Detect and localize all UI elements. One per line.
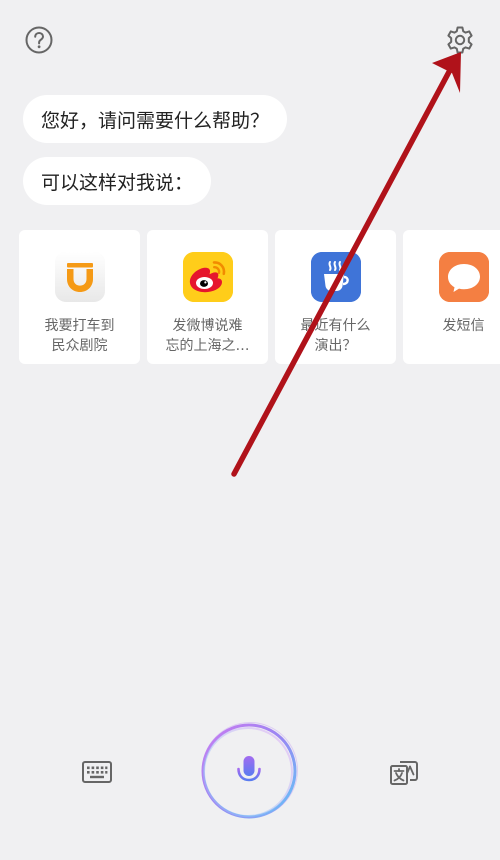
voice-ring: [201, 722, 298, 819]
voice-assistant-screen: 您好，请问需要什么帮助？ 可以这样对我说： 我要打车到 民众剧院 发微博说难 忘…: [0, 0, 500, 860]
weibo-icon: [183, 252, 233, 302]
suggestion-label: 最近有什么 演出？: [300, 318, 371, 354]
message-bubble-icon: [439, 252, 489, 302]
suggestion-label: 我要打车到 民众剧院: [44, 318, 115, 354]
suggestion-cards: 我要打车到 民众剧院 发微博说难 忘的上海之… 最近有什么 演出？ 发短信: [19, 230, 500, 365]
suggestion-label: 发微博说难 忘的上海之…: [165, 318, 250, 354]
suggestion-card-sms[interactable]: 发短信: [403, 230, 500, 364]
settings-button[interactable]: [442, 22, 478, 58]
assistant-greeting-bubble: 您好，请问需要什么帮助？: [23, 95, 288, 143]
voice-input-button[interactable]: [194, 716, 304, 826]
input-bar: [0, 705, 500, 845]
translate-button[interactable]: [386, 755, 422, 791]
microphone-icon: [237, 756, 261, 788]
prompt-text: 可以这样对我说：: [41, 171, 194, 194]
keyboard-button[interactable]: [79, 755, 115, 789]
greeting-text: 您好，请问需要什么帮助？: [41, 109, 270, 132]
suggestion-card-weibo[interactable]: 发微博说难 忘的上海之…: [147, 230, 268, 364]
coffee-cup-icon: [311, 252, 361, 302]
suggestion-card-shows[interactable]: 最近有什么 演出？: [275, 230, 396, 364]
help-circle-icon: [25, 26, 53, 54]
suggestion-card-taxi[interactable]: 我要打车到 民众剧院: [19, 230, 140, 364]
didi-icon: [55, 252, 105, 302]
suggestion-label: 发短信: [442, 318, 485, 334]
help-button[interactable]: [21, 22, 57, 58]
keyboard-icon: [82, 761, 112, 783]
assistant-prompt-bubble: 可以这样对我说：: [23, 157, 212, 205]
gear-icon: [447, 26, 473, 54]
translate-icon: [390, 761, 418, 785]
